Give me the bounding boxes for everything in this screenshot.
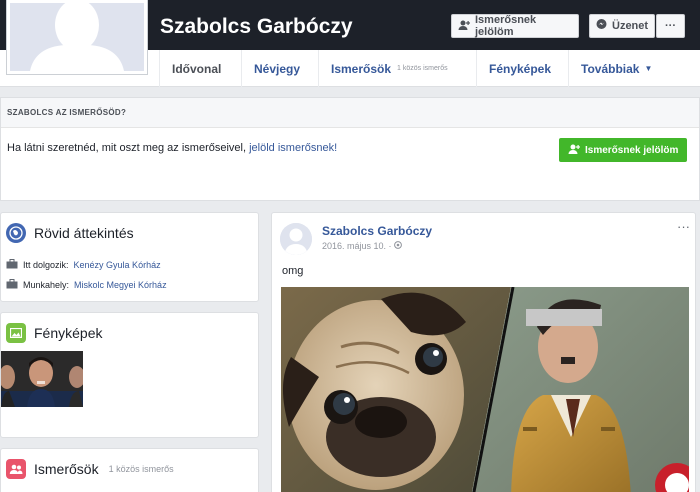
tab-photos[interactable]: Fényképek	[476, 50, 564, 87]
add-friend-label: Ismerősnek jelölöm	[475, 14, 537, 38]
add-friend-green-button[interactable]: Ismerősnek jelölöm	[559, 138, 687, 162]
message-label: Üzenet	[612, 20, 649, 32]
add-friend-icon	[458, 20, 470, 33]
friend-request-box: SZABOLCS AZ ISMERŐSÖD? Ha látni szeretné…	[0, 97, 700, 201]
post-author-avatar[interactable]	[280, 223, 312, 255]
tab-about-label: Névjegy	[254, 61, 301, 76]
timeline-post: Szabolcs Garbóczy 2016. május 10. · ··· …	[271, 212, 696, 492]
briefcase-icon	[6, 279, 18, 291]
tab-friends[interactable]: Ismerősök 1 közös ismerős	[318, 50, 474, 87]
friends-mutual-count: 1 közös ismerős	[108, 464, 174, 474]
tab-photos-label: Fényképek	[489, 61, 552, 76]
friends-icon	[6, 459, 26, 479]
briefcase-icon	[6, 259, 18, 271]
tab-timeline[interactable]: Idővonal	[159, 50, 239, 87]
post-author-name[interactable]: Szabolcs Garbóczy	[322, 224, 432, 238]
tab-friends-label: Ismerősök	[331, 61, 392, 76]
friends-title[interactable]: Ismerősök 1 közös ismerős	[6, 459, 174, 479]
post-image[interactable]	[281, 287, 689, 492]
messenger-icon	[596, 19, 607, 33]
photo-thumbnail[interactable]	[1, 351, 83, 407]
photos-card: Fényképek	[0, 312, 259, 438]
post-date: 2016. május 10. ·	[322, 241, 392, 251]
add-friend-button[interactable]: Ismerősnek jelölöm	[451, 14, 579, 38]
tab-timeline-label: Idővonal	[172, 61, 222, 76]
photos-title[interactable]: Fényképek	[6, 323, 102, 343]
friend-request-header: SZABOLCS AZ ISMERŐSÖD?	[1, 98, 699, 128]
intro-workplace-row: Munkahely: Miskolc Megyei Kórház	[6, 279, 167, 291]
tab-more-label: Továbbiak	[581, 61, 640, 76]
friends-title-label: Ismerősök	[34, 461, 99, 477]
intro-work-row: Itt dolgozik: Kenézy Gyula Kórház	[6, 259, 161, 271]
more-options-button[interactable]: ···	[656, 14, 685, 38]
add-friend-green-label: Ismerősnek jelölöm	[585, 144, 679, 156]
intro-title: Rövid áttekintés	[6, 223, 134, 243]
tab-friends-mutual: 1 közös ismerős	[397, 65, 448, 72]
intro-workplace-prefix: Munkahely:	[23, 280, 70, 290]
globe-icon	[6, 223, 26, 243]
default-avatar-icon	[10, 3, 144, 71]
default-avatar-icon	[280, 223, 312, 255]
tab-about[interactable]: Névjegy	[241, 50, 317, 87]
post-timestamp[interactable]: 2016. május 10. ·	[322, 241, 402, 251]
add-friend-icon	[568, 144, 580, 157]
tab-more[interactable]: Továbbiak ▼	[568, 50, 664, 87]
friends-card: Ismerősök 1 közös ismerős	[0, 448, 259, 492]
profile-picture[interactable]	[7, 0, 147, 74]
more-options-label: ···	[665, 20, 676, 32]
post-options-button[interactable]: ···	[677, 219, 690, 234]
photos-title-label: Fényképek	[34, 325, 103, 341]
friend-request-message: Ha látni szeretnéd, mit oszt meg az isme…	[7, 142, 247, 154]
caret-down-icon: ▼	[644, 64, 653, 73]
post-image-graphic	[281, 287, 689, 492]
intro-card: Rövid áttekintés Itt dolgozik: Kenézy Gy…	[0, 212, 259, 302]
post-text: omg	[282, 265, 304, 277]
intro-work-value[interactable]: Kenézy Gyula Kórház	[74, 260, 161, 270]
intro-work-prefix: Itt dolgozik:	[23, 260, 69, 270]
profile-name: Szabolcs Garbóczy	[160, 15, 353, 38]
photos-icon	[6, 323, 26, 343]
friend-request-link[interactable]: jelöld ismerősnek!	[249, 142, 337, 154]
message-button[interactable]: Üzenet	[589, 14, 655, 38]
friend-request-text: Ha látni szeretnéd, mit oszt meg az isme…	[7, 142, 337, 154]
intro-title-label: Rövid áttekintés	[34, 225, 134, 241]
intro-workplace-value[interactable]: Miskolc Megyei Kórház	[74, 280, 167, 290]
globe-icon	[394, 241, 402, 251]
